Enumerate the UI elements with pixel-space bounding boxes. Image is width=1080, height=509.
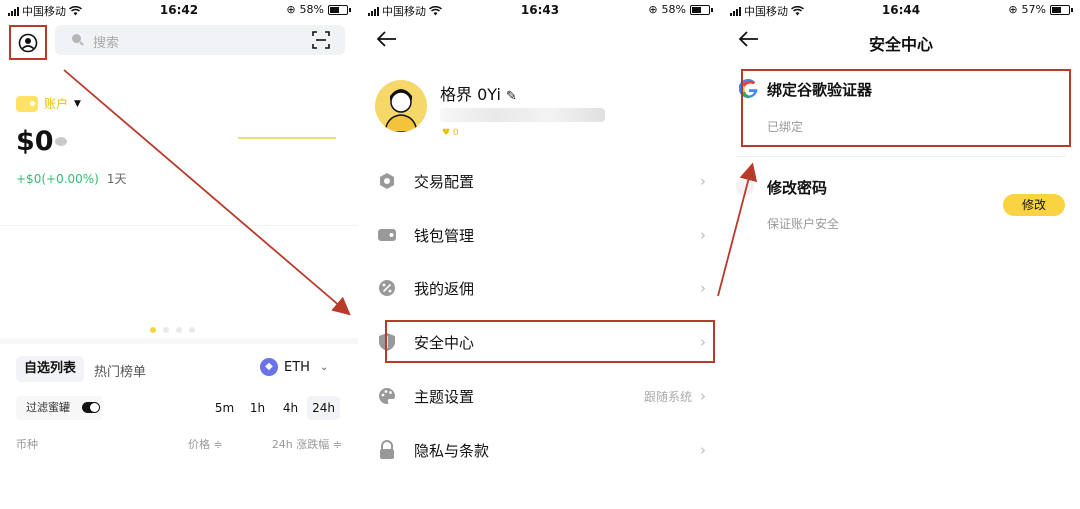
menu-label: 钱包管理	[414, 226, 475, 245]
period-1h[interactable]: 1h	[241, 396, 274, 420]
tab-favorites[interactable]: 自选列表	[16, 356, 84, 382]
chevron-down-icon: ▼	[74, 98, 81, 109]
menu-item-privacy[interactable]: 隐私与条款 ›	[376, 430, 706, 470]
menu-item-trade-config[interactable]: 交易配置 ›	[376, 161, 706, 201]
masked-address	[440, 108, 605, 122]
period-5m[interactable]: 5m	[208, 396, 241, 420]
search-bar[interactable]: 搜索	[55, 25, 345, 55]
chevron-right-icon: ›	[700, 172, 706, 190]
scan-icon[interactable]	[311, 30, 331, 50]
security-center-screen: 中国移动 16:44 ⊕ 57% 安全中心 绑定谷歌验证器 已绑定 修改密码 保…	[722, 0, 1080, 509]
hexagon-icon	[376, 170, 398, 192]
battery-percent: 58%	[299, 3, 324, 16]
honeypot-filter[interactable]: 过滤蜜罐	[16, 396, 102, 420]
rotation-lock-icon: ⊕	[1008, 3, 1018, 16]
menu-label: 我的返佣	[414, 279, 475, 298]
divider	[736, 156, 1066, 157]
account-selector[interactable]: 账户 ▼	[16, 95, 81, 112]
balance-sparkline	[238, 137, 336, 139]
avatar-illustration	[384, 89, 418, 132]
menu-value: 跟随系统	[643, 389, 692, 404]
account-label: 账户	[44, 97, 69, 111]
tutorial-composite: 中国移动 16:42 ⊕ 58% 搜索 账户 ▼ $0 +$0(+0.00%) …	[0, 0, 1080, 509]
table-header: 币种 价格 ≑ 24h 涨跌幅 ≑	[16, 436, 342, 452]
menu-label: 主题设置	[414, 387, 475, 406]
carousel-dot	[189, 327, 195, 333]
battery-icon	[690, 4, 713, 15]
wallet-icon	[376, 224, 398, 246]
menu-item-theme[interactable]: 主题设置 跟随系统 ›	[376, 376, 706, 416]
menu-label: 隐私与条款	[414, 441, 490, 460]
status-right: ⊕ 57%	[1008, 3, 1073, 16]
percent-icon	[376, 277, 398, 299]
avatar[interactable]	[375, 80, 427, 132]
battery-percent: 58%	[661, 3, 686, 16]
status-right: ⊕ 58%	[648, 3, 713, 16]
battery-icon	[1050, 4, 1073, 15]
filter-toggle[interactable]	[82, 402, 100, 413]
back-arrow-icon[interactable]	[376, 30, 398, 48]
filter-label: 过滤蜜罐	[26, 401, 70, 414]
rotation-lock-icon: ⊕	[286, 3, 296, 16]
menu-item-rebate[interactable]: 我的返佣 ›	[376, 268, 706, 308]
key-icon	[736, 178, 754, 196]
user-name-text: 格界 0Yi	[440, 85, 501, 104]
divider	[0, 225, 358, 226]
menu-item-wallet[interactable]: 钱包管理 ›	[376, 215, 706, 255]
change-period: 1天	[106, 172, 127, 186]
balance-change: +$0(+0.00%) 1天	[16, 170, 127, 187]
period-selector: 5m 1h 4h 24h	[208, 396, 340, 420]
col-token[interactable]: 币种	[16, 438, 38, 451]
chevron-right-icon: ›	[700, 226, 706, 244]
page-title: 安全中心	[868, 35, 933, 54]
change-password-subtitle: 保证账户安全	[767, 217, 840, 231]
chevron-right-icon: ›	[700, 279, 706, 297]
tab-hot-list[interactable]: 热门榜单	[94, 361, 146, 380]
carousel-dot	[150, 327, 156, 333]
status-right: ⊕ 58%	[286, 3, 351, 16]
chevron-right-icon: ›	[700, 441, 706, 459]
col-change[interactable]: 24h 涨跌幅 ≑	[272, 436, 342, 452]
home-screen: 中国移动 16:42 ⊕ 58% 搜索 账户 ▼ $0 +$0(+0.00%) …	[0, 0, 358, 509]
col-price[interactable]: 价格 ≑	[188, 436, 223, 452]
search-icon	[72, 34, 84, 46]
lock-icon	[376, 439, 398, 461]
rotation-lock-icon: ⊕	[648, 3, 658, 16]
modify-button[interactable]: 修改	[1003, 194, 1065, 216]
chain-label: ETH	[284, 359, 310, 375]
like-count: ♥ 0	[442, 128, 459, 138]
period-4h[interactable]: 4h	[274, 396, 307, 420]
menu-label: 交易配置	[414, 172, 475, 191]
user-name: 格界 0Yi ✎	[440, 81, 517, 105]
change-value: +$0(+0.00%)	[16, 172, 99, 186]
user-icon	[18, 33, 38, 52]
carousel-indicator	[150, 327, 195, 333]
edit-icon[interactable]: ✎	[506, 89, 517, 104]
eth-icon: ◆	[260, 358, 278, 376]
section-divider	[0, 338, 358, 344]
battery-icon	[328, 4, 351, 15]
chain-selector[interactable]: ◆ ETH ⌄	[260, 358, 328, 376]
change-password-title[interactable]: 修改密码	[767, 177, 827, 198]
period-24h[interactable]: 24h	[307, 396, 340, 420]
wallet-icon	[16, 95, 38, 112]
chevron-right-icon: ›	[700, 387, 706, 405]
highlight-box	[741, 69, 1071, 147]
status-bar: 中国移动 16:44 ⊕ 57%	[722, 0, 1080, 20]
profile-avatar-button[interactable]	[9, 25, 47, 60]
search-placeholder: 搜索	[93, 36, 120, 51]
battery-percent: 57%	[1021, 3, 1046, 16]
profile-screen: 中国移动 16:43 ⊕ 58% 格界 0Yi ✎ ♥ 0 交易配置 › 钱包管…	[360, 0, 720, 509]
highlight-box	[385, 320, 715, 363]
status-bar: 中国移动 16:43 ⊕ 58%	[360, 0, 720, 20]
chevron-down-icon: ⌄	[319, 361, 329, 373]
palette-icon	[376, 385, 398, 407]
carousel-dot	[176, 327, 182, 333]
carousel-dot	[163, 327, 169, 333]
eye-icon[interactable]	[55, 137, 67, 146]
account-balance: $0	[16, 126, 54, 157]
status-bar: 中国移动 16:42 ⊕ 58%	[0, 0, 358, 20]
